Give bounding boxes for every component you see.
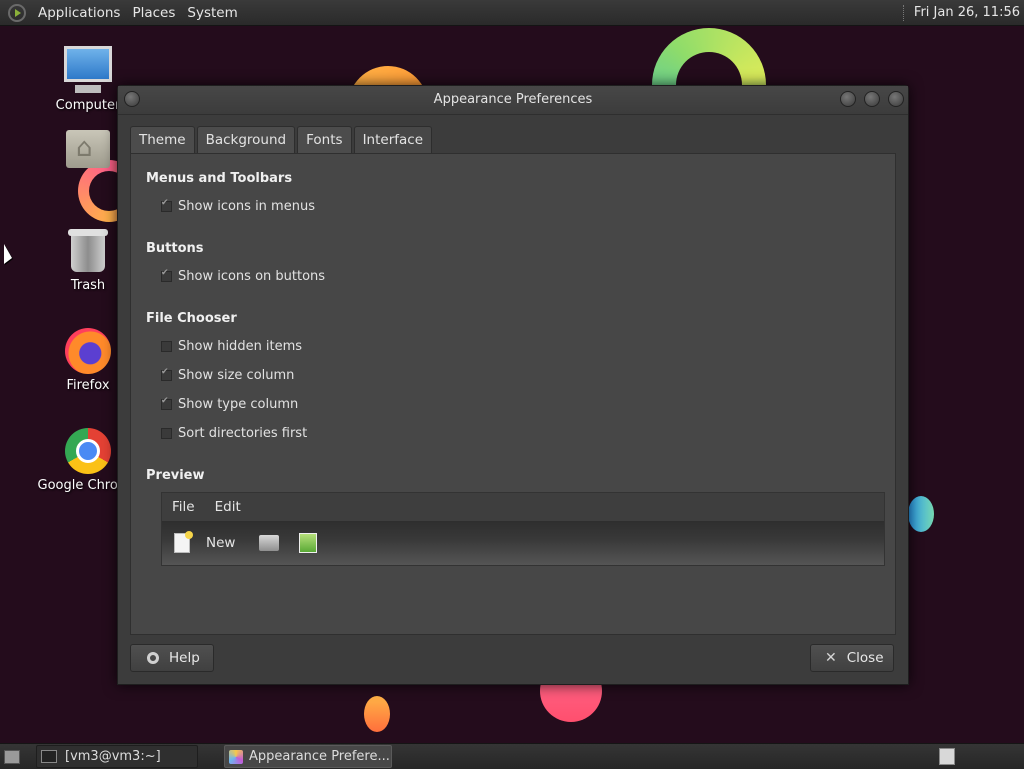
mouse-pointer-icon [4, 244, 12, 264]
preview-menubar: File Edit [162, 493, 884, 521]
home-folder-icon [66, 130, 110, 168]
preview-new-label[interactable]: New [206, 535, 235, 551]
checkbox[interactable] [161, 198, 172, 212]
option-label: Show icons in menus [178, 199, 315, 214]
menu-places[interactable]: Places [126, 5, 181, 21]
taskbar-item-appearance[interactable]: Appearance Prefere... [224, 745, 392, 768]
clock-area: Fri Jan 26, 11:56 [902, 0, 1020, 25]
option-show-hidden-items[interactable]: Show hidden items [161, 339, 302, 354]
option-show-type-column[interactable]: Show type column [161, 396, 299, 412]
wallpaper-shape [364, 696, 390, 732]
taskbar-item-label: [vm3@vm3:~] [65, 749, 161, 764]
option-label: Show size column [178, 368, 295, 383]
chrome-icon [65, 428, 111, 474]
close-button[interactable]: ✕ Close [810, 644, 894, 672]
terminal-icon [41, 750, 57, 763]
help-icon [147, 652, 159, 664]
workspace-switcher[interactable] [939, 748, 955, 765]
top-panel: Applications Places System Fri Jan 26, 1… [0, 0, 1024, 26]
option-label: Show icons on buttons [178, 269, 326, 284]
menu-applications[interactable]: Applications [32, 5, 126, 21]
desktop-icon-computer[interactable]: Computer [38, 46, 138, 113]
interface-tab-panel: Menus and Toolbars Show icons in menus B… [130, 153, 896, 635]
option-show-size-column[interactable]: Show size column [161, 367, 295, 383]
window-close-button[interactable] [888, 91, 904, 107]
desktop-icon-label: Computer [55, 98, 121, 113]
section-title-menus-toolbars: Menus and Toolbars [146, 171, 293, 186]
open-icon[interactable] [259, 535, 280, 551]
clock[interactable]: Fri Jan 26, 11:56 [914, 5, 1020, 20]
checkbox[interactable] [161, 341, 172, 352]
checkbox[interactable] [161, 367, 172, 381]
tab-theme[interactable]: Theme [130, 126, 195, 153]
section-title-buttons: Buttons [146, 241, 204, 256]
appearance-preferences-dialog: Appearance Preferences Theme Background … [117, 85, 909, 685]
tab-background[interactable]: Background [196, 126, 296, 153]
preview-menu-edit[interactable]: Edit [205, 499, 251, 515]
computer-icon [64, 46, 112, 93]
tab-bar: Theme Background Fonts Interface [130, 126, 434, 154]
option-show-icons-on-buttons[interactable]: Show icons on buttons [161, 268, 326, 284]
minimize-button[interactable] [840, 91, 856, 107]
menu-system[interactable]: System [181, 5, 243, 21]
section-title-file-chooser: File Chooser [146, 311, 237, 326]
panel-separator [902, 4, 906, 21]
preview-menu-file[interactable]: File [162, 499, 205, 515]
save-icon[interactable] [299, 533, 318, 553]
taskbar-item-label: Appearance Prefere... [249, 749, 390, 764]
checkbox[interactable] [161, 268, 172, 282]
show-desktop-icon[interactable] [4, 749, 20, 764]
close-icon: ✕ [825, 650, 837, 666]
wallpaper-shape [908, 496, 934, 532]
tab-fonts[interactable]: Fonts [297, 126, 352, 153]
bottom-panel: [vm3@vm3:~] Appearance Prefere... [0, 743, 1024, 769]
option-label: Sort directories first [178, 426, 308, 441]
option-label: Show type column [178, 397, 299, 412]
help-button-label: Help [169, 650, 200, 666]
checkbox[interactable] [161, 428, 172, 439]
help-button[interactable]: Help [130, 644, 214, 672]
checkbox[interactable] [161, 396, 172, 410]
close-button-label: Close [846, 650, 884, 666]
option-show-icons-in-menus[interactable]: Show icons in menus [161, 198, 315, 214]
new-document-icon[interactable] [174, 531, 193, 553]
trash-icon [68, 229, 108, 272]
desktop-icon-label: Trash [70, 278, 106, 293]
desktop-icon-label: Firefox [66, 378, 110, 393]
option-sort-directories-first[interactable]: Sort directories first [161, 426, 307, 441]
preview-area: File Edit New [161, 492, 885, 566]
tab-interface[interactable]: Interface [353, 126, 433, 154]
option-label: Show hidden items [178, 339, 303, 354]
dialog-titlebar[interactable]: Appearance Preferences [118, 86, 908, 115]
distro-logo-icon[interactable] [8, 3, 26, 22]
maximize-button[interactable] [864, 91, 880, 107]
preview-toolbar: New [162, 521, 884, 565]
section-title-preview: Preview [146, 468, 205, 483]
appearance-app-icon [229, 749, 243, 764]
firefox-icon [65, 328, 111, 374]
taskbar-item-terminal[interactable]: [vm3@vm3:~] [36, 745, 198, 768]
dialog-title: Appearance Preferences [433, 92, 593, 107]
